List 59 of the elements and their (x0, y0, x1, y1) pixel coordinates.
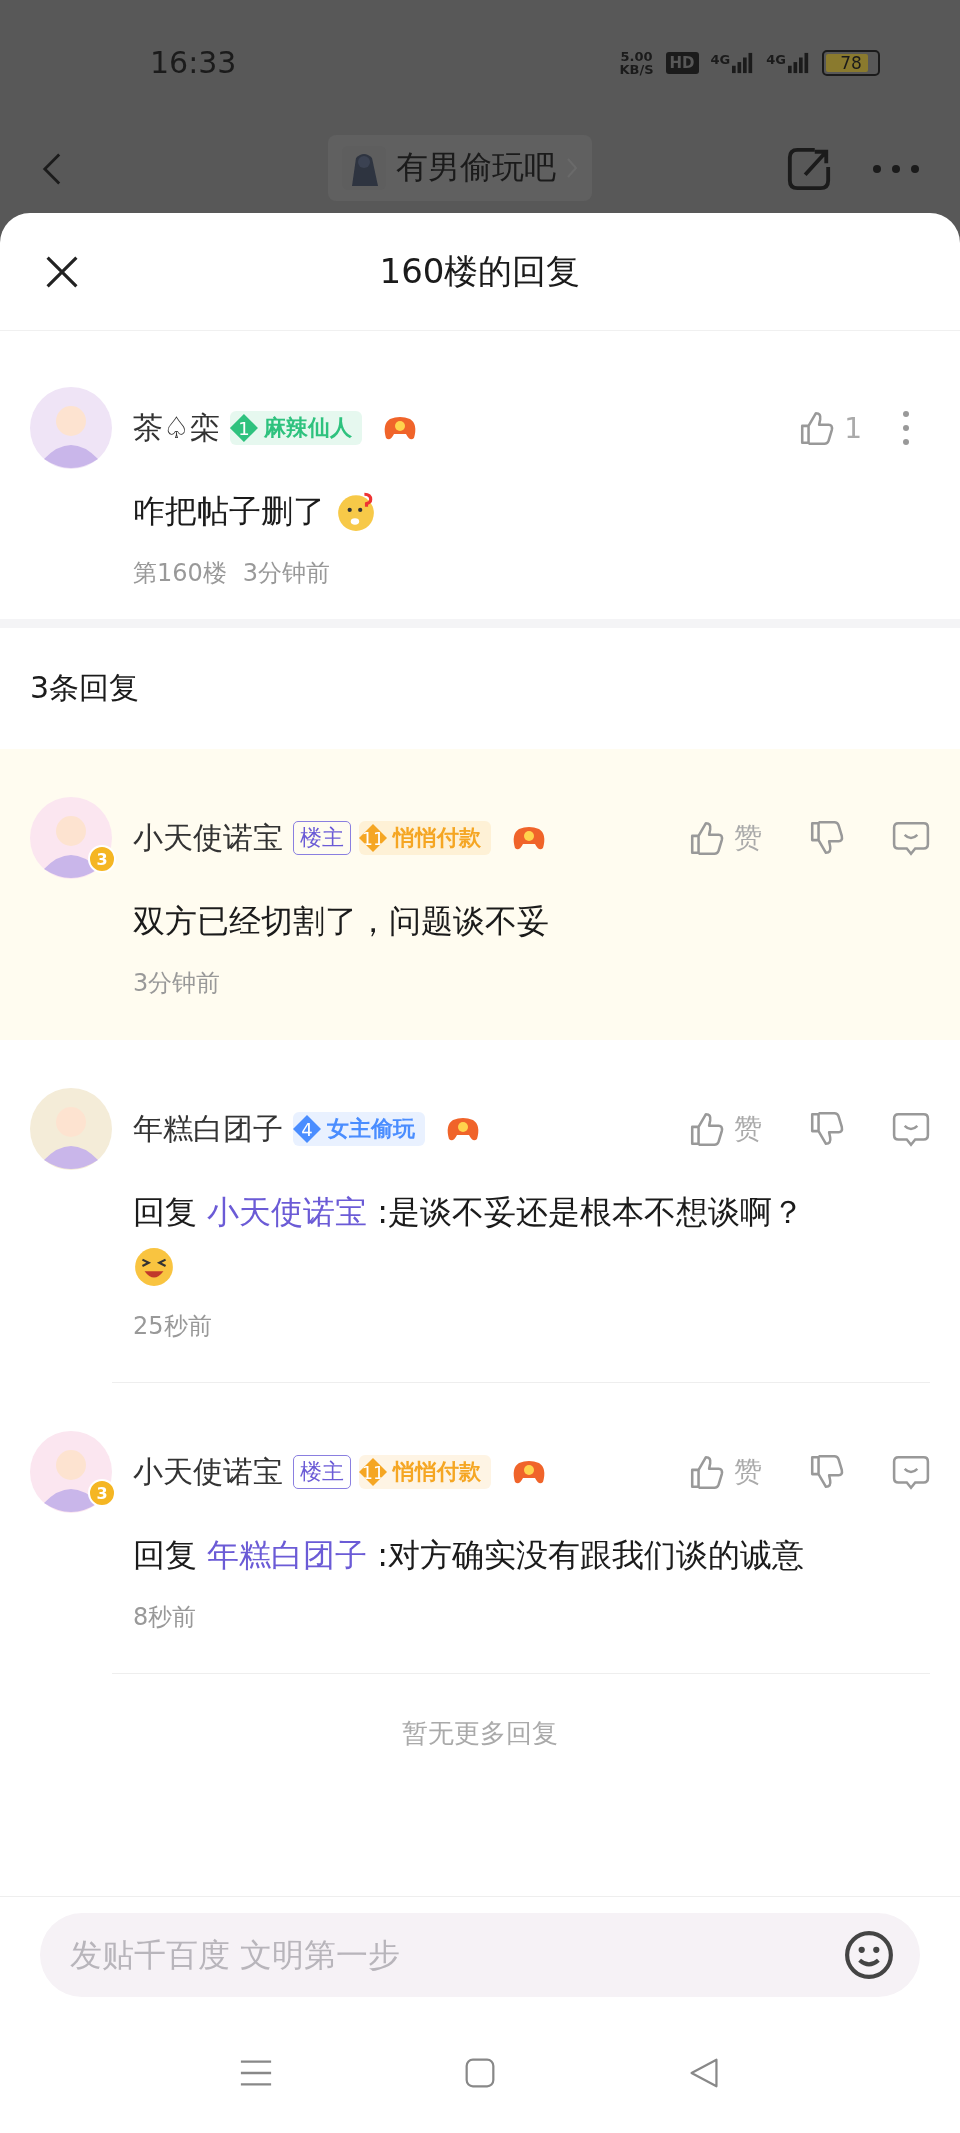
mention-link[interactable]: 年糕白团子 (207, 1536, 368, 1574)
signal-indicator: 4G (710, 51, 755, 74)
comment-input[interactable]: 发贴千百度 文明第一步 (40, 1913, 920, 1997)
author-name[interactable]: 茶♤栾 (133, 407, 220, 449)
gamepad-icon (445, 1115, 481, 1143)
comment-icon[interactable] (892, 819, 930, 857)
gamepad-icon (511, 1458, 547, 1486)
thumbs-up-icon[interactable] (688, 819, 726, 857)
author-name[interactable]: 小天使诺宝 (133, 1451, 283, 1493)
level-badge: 11 悄悄付款 (359, 821, 491, 855)
avatar[interactable] (30, 1431, 112, 1513)
thumbs-down-icon[interactable] (808, 819, 846, 857)
forum-name[interactable]: 有男偷玩吧 (396, 146, 556, 190)
author-tag: 楼主 (293, 821, 351, 855)
forum-chip[interactable]: 有男偷玩吧 (328, 135, 592, 201)
network-speed: 5.00 KB/S (619, 49, 654, 76)
level-badge: 1 麻辣仙人 (229, 411, 362, 445)
clock: 16:33 (150, 45, 237, 80)
laughing-emoji-icon (133, 1246, 175, 1288)
level-badge: 4 女主偷玩 (293, 1112, 425, 1146)
comment-icon[interactable] (892, 1453, 930, 1491)
end-note: 暂无更多回复 (401, 1717, 559, 1750)
level-badge: 11 悄悄付款 (359, 1455, 491, 1489)
gamepad-icon (511, 824, 547, 852)
share-icon[interactable] (786, 146, 832, 192)
home-icon[interactable] (463, 2057, 497, 2089)
thumbs-down-icon[interactable] (808, 1453, 846, 1491)
puzzled-emoji-icon (335, 490, 377, 532)
floor-number: 第160楼 (133, 558, 227, 589)
more-icon[interactable] (902, 410, 910, 446)
author-tag: 楼主 (293, 1455, 351, 1489)
reply-count: 3条回复 (29, 669, 141, 707)
thumbs-up-icon[interactable] (688, 1453, 726, 1491)
signal-indicator: 4G (766, 51, 810, 74)
avatar[interactable] (30, 387, 112, 469)
sheet-title: 160楼的回复 (379, 249, 581, 293)
timestamp: 3分钟前 (242, 558, 331, 589)
timestamp: 8秒前 (133, 1602, 197, 1633)
author-name[interactable]: 小天使诺宝 (133, 817, 283, 859)
avatar-badge: 3 (88, 845, 116, 873)
hd-badge: HD (665, 51, 699, 74)
avatar[interactable] (30, 797, 112, 879)
thumbs-up-icon[interactable] (688, 1110, 726, 1148)
timestamp: 3分钟前 (133, 968, 221, 999)
timestamp: 25秒前 (133, 1311, 212, 1342)
avatar-badge: 3 (88, 1479, 116, 1507)
comment-text: 咋把帖子删了 (133, 491, 325, 532)
thumbs-down-icon[interactable] (808, 1110, 846, 1148)
mention-link[interactable]: 小天使诺宝 (207, 1193, 368, 1231)
reply-text: 双方已经切割了，问题谈不妥 (133, 901, 549, 942)
more-icon[interactable] (872, 164, 920, 174)
reply-text: 回复 小天使诺宝 :是谈不妥还是根本不想谈啊？ (133, 1192, 805, 1233)
author-name[interactable]: 年糕白团子 (133, 1108, 283, 1150)
comment-icon[interactable] (892, 1110, 930, 1148)
menu-icon[interactable] (239, 2057, 273, 2089)
smiley-icon[interactable] (844, 1930, 894, 1980)
battery-indicator: 78 (822, 49, 880, 76)
avatar[interactable] (30, 1088, 112, 1170)
reply-text: 回复 年糕白团子 :对方确实没有跟我们谈的诚意 (133, 1535, 805, 1576)
